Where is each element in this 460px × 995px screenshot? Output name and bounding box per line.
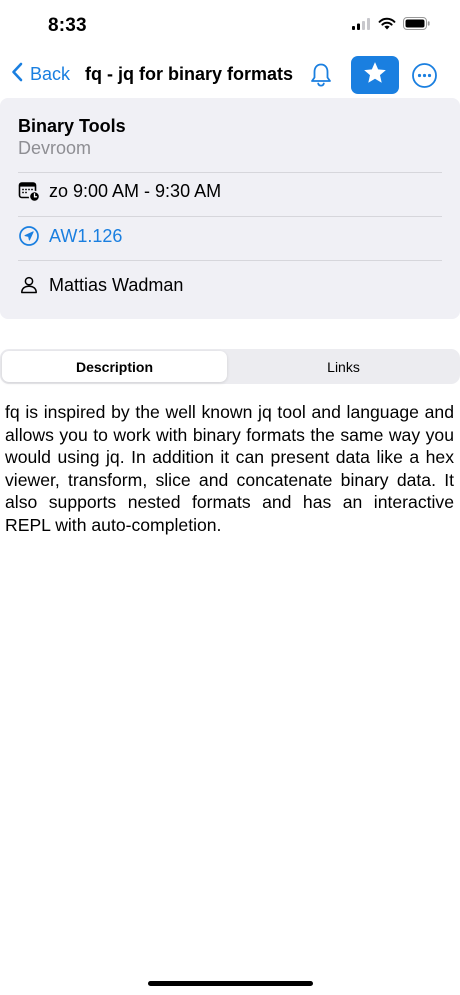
calendar-clock-icon [18, 180, 40, 202]
track-title: Binary Tools [18, 116, 126, 136]
reminder-button[interactable] [307, 61, 335, 89]
back-label: Back [30, 64, 71, 84]
room-link[interactable]: AW1.126 [49, 226, 122, 247]
room-row[interactable]: AW1.126 [18, 225, 122, 247]
event-detail-screen: 8:33 Back fq - jq for binary formats Bin… [0, 0, 460, 995]
chevron-left-icon [11, 62, 23, 87]
event-info-card: Binary Tools Devroom zo 9:00 AM - 9:30 A… [0, 98, 460, 319]
more-icon [411, 63, 438, 93]
favorite-button[interactable] [351, 56, 399, 94]
page-title: fq - jq for binary formats [85, 64, 294, 84]
home-indicator[interactable] [148, 981, 313, 986]
battery-icon [403, 17, 430, 30]
wifi-icon [378, 17, 396, 30]
more-options-button[interactable] [411, 62, 438, 89]
location-arrow-icon [18, 225, 40, 247]
person-icon [18, 274, 40, 296]
time-row: zo 9:00 AM - 9:30 AM [18, 180, 221, 202]
cellular-signal-icon [352, 17, 371, 30]
back-button[interactable]: Back [11, 62, 70, 87]
tab-description[interactable]: Description [2, 351, 227, 382]
segmented-control: Description Links [0, 349, 460, 384]
divider [18, 172, 442, 173]
status-icons [352, 17, 430, 30]
status-time: 8:33 [48, 15, 87, 36]
divider [18, 260, 442, 261]
navigation-bar: Back fq - jq for binary formats [0, 52, 460, 98]
divider [18, 216, 442, 217]
event-time: zo 9:00 AM - 9:30 AM [49, 180, 222, 201]
event-description: fq is inspired by the well known jq tool… [5, 402, 454, 535]
status-bar: 8:33 [0, 0, 460, 52]
speaker-row[interactable]: Mattias Wadman [18, 274, 183, 296]
tab-links[interactable]: Links [229, 351, 458, 382]
bell-icon [307, 63, 335, 93]
speaker-name[interactable]: Mattias Wadman [49, 275, 183, 296]
track-type: Devroom [18, 138, 92, 158]
star-icon [362, 60, 388, 91]
